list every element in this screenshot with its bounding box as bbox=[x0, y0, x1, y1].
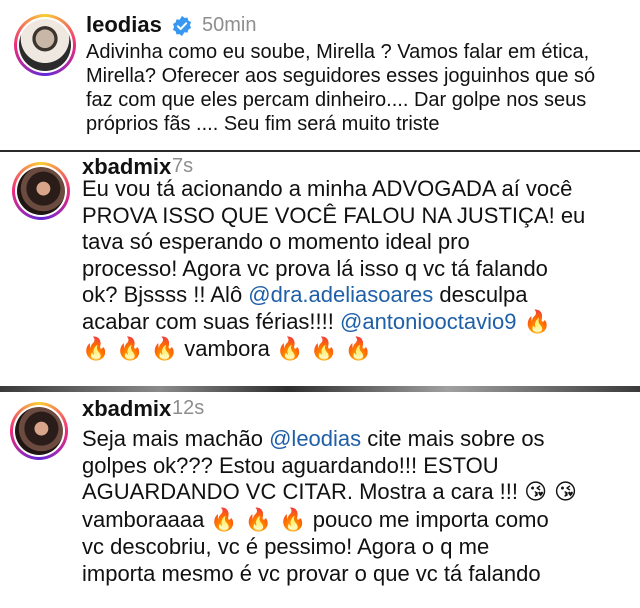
comment-text-segment: desculpa bbox=[433, 282, 528, 307]
comment-text-segment: Seja mais machão bbox=[82, 426, 270, 451]
comment-line: ok? Bjssss !! Alô @dra.adeliasoares desc… bbox=[82, 282, 585, 309]
comment-text-segment: processo! Agora vc prova lá isso q vc tá… bbox=[82, 255, 548, 281]
username[interactable]: leodias bbox=[86, 12, 162, 38]
comment-text-segment: faz com que eles percam dinheiro.... Dar… bbox=[86, 89, 587, 111]
comment-line: acabar com suas férias!!!! @antoniooctav… bbox=[82, 309, 585, 337]
comment-xbadmix-1: xbadmix 7s Eu vou tá acionando a minha A… bbox=[0, 152, 640, 386]
comment-text-segment: golpes ok??? Estou aguardando!!! ESTOU bbox=[82, 452, 499, 478]
comment-line: tava só esperando o momento ideal pro bbox=[82, 229, 585, 256]
emoji: 🔥 🔥 🔥 bbox=[210, 507, 307, 533]
comment-text-segment: importa mesmo é vc provar o que vc tá fa… bbox=[82, 560, 541, 586]
comment-text: Seja mais machão @leodias cite mais sobr… bbox=[82, 426, 577, 587]
comment-line: Seja mais machão @leodias cite mais sobr… bbox=[82, 426, 577, 453]
mention-link[interactable]: @antoniooctavio9 bbox=[340, 309, 516, 334]
mention-link[interactable]: @dra.adeliasoares bbox=[248, 282, 433, 307]
comment-text-segment: PROVA ISSO QUE VOCÊ FALOU NA JUSTIÇA! eu bbox=[82, 202, 586, 228]
username[interactable]: xbadmix bbox=[82, 396, 171, 422]
comment-text-segment: vambora bbox=[178, 336, 276, 361]
comment-text-segment: próprios fãs .... Seu fim será muito tri… bbox=[86, 113, 440, 135]
timestamp: 7s bbox=[172, 155, 194, 177]
comment-text-segment: cite mais sobre os bbox=[361, 426, 545, 451]
comment-text-segment: acabar com suas férias!!!! bbox=[82, 308, 340, 334]
comment-line: PROVA ISSO QUE VOCÊ FALOU NA JUSTIÇA! eu bbox=[82, 203, 585, 230]
comment-text-segment: Mirella? Oferecer aos seguidores esses j… bbox=[86, 65, 596, 87]
comment-leodias: leodias 50min Adivinha como eu soube, Mi… bbox=[0, 0, 640, 150]
comment-text-segment: ok? Bjssss !! Alô bbox=[82, 282, 249, 307]
verified-badge-icon bbox=[172, 15, 192, 37]
emoji: 🔥 🔥 🔥 bbox=[276, 337, 373, 362]
comment-text-segment: tava só esperando o momento ideal pro bbox=[82, 229, 470, 254]
avatar[interactable] bbox=[12, 162, 70, 220]
comment-line: próprios fãs .... Seu fim será muito tri… bbox=[86, 112, 595, 136]
comment-line: processo! Agora vc prova lá isso q vc tá… bbox=[82, 256, 585, 283]
timestamp: 50min bbox=[202, 14, 257, 36]
comment-xbadmix-2: xbadmix 12s Seja mais machão @leodias ci… bbox=[0, 392, 640, 608]
comment-line: importa mesmo é vc provar o que vc tá fa… bbox=[82, 561, 577, 588]
comment-line: vc descobriu, vc é pessimo! Agora o q me bbox=[82, 534, 577, 561]
emoji: 🔥 bbox=[516, 309, 551, 335]
comment-line: Adivinha como eu soube, Mirella ? Vamos … bbox=[86, 40, 595, 64]
mention-link[interactable]: @leodias bbox=[269, 426, 361, 451]
comment-line: Eu vou tá acionando a minha ADVOGADA aí … bbox=[82, 176, 585, 203]
comment-text-segment: vc descobriu, vc é pessimo! Agora o q me bbox=[82, 534, 490, 559]
comment-text-segment: vamboraaaa bbox=[82, 506, 211, 532]
timestamp: 12s bbox=[172, 397, 205, 419]
avatar[interactable] bbox=[10, 402, 68, 460]
comment-text-segment: Eu vou tá acionando a minha ADVOGADA aí … bbox=[82, 176, 573, 201]
comment-line: AGUARDANDO VC CITAR. Mostra a cara !!! 😘… bbox=[82, 479, 577, 507]
comment-line: Mirella? Oferecer aos seguidores esses j… bbox=[86, 64, 595, 88]
emoji: 😘 😘 bbox=[524, 480, 577, 505]
comment-line: golpes ok??? Estou aguardando!!! ESTOU bbox=[82, 453, 577, 480]
comment-text-segment: Adivinha como eu soube, Mirella ? Vamos … bbox=[86, 41, 590, 63]
comment-text: Eu vou tá acionando a minha ADVOGADA aí … bbox=[82, 176, 585, 364]
emoji: 🔥 🔥 🔥 bbox=[82, 337, 179, 362]
comment-text-segment: AGUARDANDO VC CITAR. Mostra a cara !!! bbox=[82, 479, 525, 504]
comment-line: vamboraaaa 🔥 🔥 🔥 pouco me importa como bbox=[82, 507, 577, 535]
comment-line: 🔥 🔥 🔥 vambora 🔥 🔥 🔥 bbox=[82, 336, 585, 364]
comment-text-segment: pouco me importa como bbox=[306, 506, 549, 532]
comment-text: Adivinha como eu soube, Mirella ? Vamos … bbox=[86, 40, 595, 136]
avatar[interactable] bbox=[14, 14, 76, 76]
comment-line: faz com que eles percam dinheiro.... Dar… bbox=[86, 88, 595, 112]
